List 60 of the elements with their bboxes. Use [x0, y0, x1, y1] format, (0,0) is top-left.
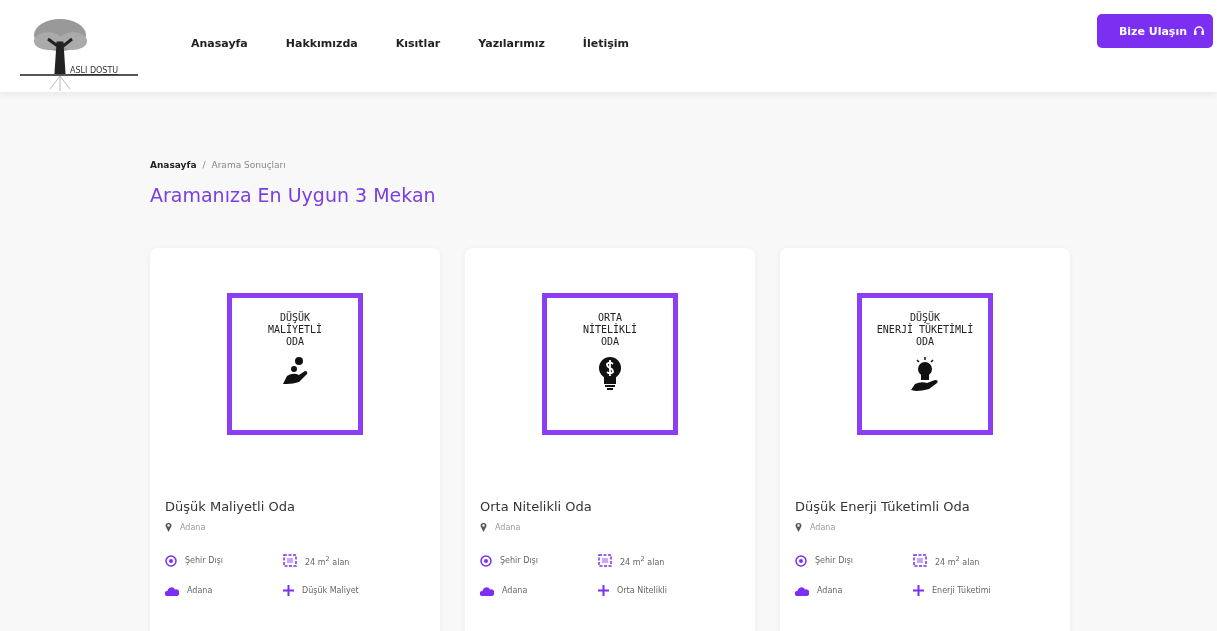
lightbulb-dollar-icon [598, 356, 622, 390]
feature-text: Şehir Dışı [815, 556, 853, 565]
feature-text: 24 m$^{2}$ alan [620, 554, 665, 567]
headset-icon [1193, 25, 1205, 37]
image-caption: DÜŞÜK [909, 312, 941, 324]
feature-text: Düşük Maliyet [302, 586, 359, 595]
image-caption: MALİYETLİ [267, 324, 323, 336]
cloud-icon [480, 585, 494, 596]
feature-text: Orta Nitelikli [617, 586, 667, 595]
nav-link[interactable]: Yazılarımız [478, 36, 545, 50]
target-icon [795, 554, 807, 567]
feature-text: 24 m$^{2}$ alan [305, 554, 350, 567]
image-caption: ODA [600, 336, 620, 348]
feature-text: Adana [502, 586, 528, 595]
area-icon [913, 554, 927, 567]
breadcrumb-separator: / [202, 160, 206, 170]
contact-button[interactable]: Bize Ulaşın [1096, 14, 1213, 48]
breadcrumb-link[interactable]: Anasayfa [150, 160, 197, 170]
room-card[interactable]: ORTA NİTELİKLİ ODA Orta Nitelikli Oda Adana Şehir Dışı 24 m$^{2}$ alan Adana Orta Nitelikli [465, 248, 755, 631]
target-icon [480, 554, 492, 567]
location-pin-icon [480, 522, 487, 532]
card-location: Adana [180, 522, 206, 532]
plus-icon [283, 585, 294, 596]
image-caption: ORTA [597, 312, 623, 323]
plus-icon [598, 585, 609, 596]
image-caption: ODA [915, 336, 935, 348]
area-icon [283, 554, 297, 567]
feature-text: Adana [187, 586, 213, 595]
card-title: Düşük Enerji Tüketimli Oda [795, 499, 971, 514]
feature-text: Adana [817, 586, 843, 595]
image-caption: ENERJİ TÜKETİMLİ [876, 324, 974, 336]
nav-link[interactable]: Hakkımızda [285, 36, 358, 50]
feature-text: 24 m$^{2}$ alan [935, 554, 980, 567]
card-title: Düşük Maliyetli Oda [165, 499, 296, 514]
location-pin-icon [165, 522, 172, 532]
page-heading: Aramanıza En Uygun 3 Mekan [150, 184, 437, 206]
room-card[interactable]: DÜŞÜK MALİYETLİ ODA Düşük Maliyetli Oda Adana Şehir Dışı 24 m$^{2}$ alan Adana Düşük Maliyet [150, 248, 440, 631]
breadcrumb-current: Arama Sonuçları [211, 160, 286, 170]
cloud-icon [795, 585, 809, 596]
card-title: Orta Nitelikli Oda [480, 499, 593, 514]
location-pin-icon [795, 522, 802, 532]
hand-coin-icon [281, 356, 309, 386]
image-caption: ODA [285, 336, 305, 348]
feature-text: Şehir Dışı [500, 556, 538, 565]
nav-link[interactable]: Kısıtlar [395, 36, 441, 50]
plus-icon [913, 585, 924, 596]
target-icon [165, 554, 177, 567]
feature-text: Şehir Dışı [185, 556, 223, 565]
area-icon [598, 554, 612, 567]
hand-lightbulb-icon [910, 356, 940, 392]
card-location: Adana [495, 522, 521, 532]
room-card[interactable]: DÜŞÜK ENERJİ TÜKETİMLİ ODA Düşük Enerji Tüketimli Oda Adana Şehir Dışı 24 m$^{2}$ alan Adana Enerji Tüketimi [780, 248, 1070, 631]
card-location: Adana [810, 522, 836, 532]
cloud-icon [165, 585, 179, 596]
nav-link[interactable]: Anasayfa [191, 36, 248, 50]
feature-text: Enerji Tüketimi [932, 586, 991, 595]
logo-text: ASLI DOSTU [70, 66, 119, 75]
image-caption: NİTELİKLİ [582, 324, 638, 336]
image-caption: DÜŞÜK [279, 312, 311, 324]
nav-link[interactable]: İletişim [582, 36, 629, 50]
